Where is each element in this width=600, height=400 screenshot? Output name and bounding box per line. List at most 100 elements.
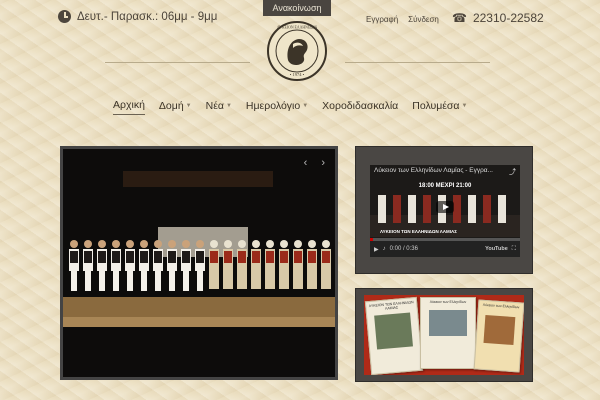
flyer-1-title: ΛΥΚΕΙΟΝ ΤΩΝ ΕΛΛΗΝΙΔΩΝ ΛΑΜΙΑΣ — [368, 300, 414, 311]
phone-number: ☎ 22310-22582 — [452, 11, 544, 25]
phone-icon: ☎ — [452, 11, 467, 25]
dancer-head — [112, 240, 120, 248]
dancer-legs — [85, 271, 91, 291]
phone-text: 22310-22582 — [472, 11, 544, 25]
opening-hours: Δευτ.- Παρασκ.: 06μμ - 9μμ — [58, 10, 217, 23]
dancer-vest — [84, 251, 92, 263]
slider-next-button[interactable]: › — [321, 157, 325, 169]
brochure-widget[interactable]: ΛΥΚΕΙΟΝ ΤΩΝ ΕΛΛΗΝΙΔΩΝ ΛΑΜΙΑΣ Λύκειον των… — [355, 288, 533, 382]
dancer-legs — [155, 271, 161, 291]
dancer-legs — [169, 271, 175, 291]
dancer-head — [70, 240, 78, 248]
dancer-vest — [294, 251, 302, 263]
image-slider[interactable]: ‹ › — [60, 146, 338, 380]
dancer-head — [294, 240, 302, 248]
main-nav: Αρχική Δομή ▼ Νέα ▼ Ημερολόγιο ▼ Χοροδιδ… — [113, 99, 467, 115]
dancer-head — [98, 240, 106, 248]
announcement-tab[interactable]: Ανακοίνωση — [263, 0, 331, 16]
play-button[interactable]: ▶ — [374, 246, 379, 253]
dancer-vest — [112, 251, 120, 263]
video-dancer — [483, 195, 491, 223]
nav-item-dance-teaching[interactable]: Χοροδιδασκαλία — [322, 99, 398, 115]
header-divider-left — [105, 62, 250, 63]
nav-item-multimedia[interactable]: Πολυμέσα ▼ — [412, 99, 467, 115]
flyer-2: Λύκειον των Ελληνίδων — [420, 297, 476, 369]
dancer-head — [224, 240, 232, 248]
dancer-vest — [98, 251, 106, 263]
dancer-head — [280, 240, 288, 248]
auth-links: Εγγραφή Σύνδεση — [366, 15, 439, 24]
video-dancer — [408, 195, 416, 223]
video-widget: Λύκειον των Ελληνίδων Λαμίας - Εγγρα... … — [355, 146, 533, 274]
slider-arrows: ‹ › — [304, 157, 325, 169]
chevron-down-icon: ▼ — [225, 102, 232, 109]
dancer-legs — [183, 271, 189, 291]
flyer-2-title: Λύκειον των Ελληνίδων — [429, 300, 467, 304]
nav-label: Χοροδιδασκαλία — [322, 99, 399, 112]
dancer-vest — [140, 251, 148, 263]
dancer-vest — [238, 251, 246, 263]
nav-item-home[interactable]: Αρχική — [113, 99, 145, 115]
brochure-image: ΛΥΚΕΙΟΝ ΤΩΝ ΕΛΛΗΝΙΔΩΝ ΛΑΜΙΑΣ Λύκειον των… — [364, 295, 524, 375]
dancer-vest — [266, 251, 274, 263]
header-divider-right — [345, 62, 490, 63]
youtube-logo[interactable]: YouTube — [485, 246, 508, 252]
dancer-legs — [127, 271, 133, 291]
video-caption-time: 18:00 ΜΕΧΡΙ 21:00 — [418, 183, 472, 189]
register-link[interactable]: Εγγραφή — [366, 15, 398, 24]
dancer-vest — [196, 251, 204, 263]
play-icon[interactable] — [436, 201, 454, 213]
video-player[interactable]: Λύκειον των Ελληνίδων Λαμίας - Εγγρα... … — [370, 165, 520, 257]
dancer-vest — [126, 251, 134, 263]
video-dancer — [378, 195, 386, 223]
video-dancer — [498, 195, 506, 223]
video-dancer — [468, 195, 476, 223]
dancer-head — [168, 240, 176, 248]
nav-item-structure[interactable]: Δομή ▼ — [159, 99, 192, 115]
dancer-head — [252, 240, 260, 248]
dancer-head — [308, 240, 316, 248]
share-icon[interactable]: ⤴ — [509, 167, 516, 177]
chevron-down-icon: ▼ — [185, 102, 192, 109]
nav-label: Νέα — [205, 99, 224, 112]
nav-label: Δομή — [158, 99, 184, 112]
volume-icon[interactable]: ♪ — [383, 246, 386, 252]
dancer-head — [196, 240, 204, 248]
video-dancer — [393, 195, 401, 223]
nav-label: Πολυμέσα — [412, 99, 460, 112]
dancer-vest — [210, 251, 218, 263]
fullscreen-icon[interactable]: ⛶ — [512, 246, 516, 253]
slider-prev-button[interactable]: ‹ — [304, 157, 308, 169]
clock-icon — [58, 10, 71, 23]
svg-text:ΛΥΚΕΙΟΝ ΕΛΛΗΝΙΔΩΝ: ΛΥΚΕΙΟΝ ΕΛΛΗΝΙΔΩΝ — [277, 26, 318, 30]
video-dancer — [453, 195, 461, 223]
dancer-head — [210, 240, 218, 248]
dancer-vest — [322, 251, 330, 263]
video-subcaption: ΛΥΚΕΙΟΝ ΤΩΝ ΕΛΛΗΝΙΔΩΝ ΛΑΜΙΑΣ — [380, 229, 458, 234]
chevron-down-icon: ▼ — [302, 102, 309, 109]
svg-text:• 1974 •: • 1974 • — [290, 72, 305, 77]
dancer-head — [182, 240, 190, 248]
nav-label: Ημερολόγιο — [245, 99, 301, 112]
dancer-legs — [197, 271, 203, 291]
dancer-head — [154, 240, 162, 248]
site-logo[interactable]: • 1974 • ΛΥΚΕΙΟΝ ΕΛΛΗΝΙΔΩΝ — [266, 20, 328, 82]
dancer-vest — [154, 251, 162, 263]
flyer-3-title: Λύκειον των Ελληνίδων — [482, 302, 520, 310]
dancer-vest — [182, 251, 190, 263]
dancer-head — [266, 240, 274, 248]
nav-label: Αρχική — [113, 99, 145, 111]
video-dancer — [423, 195, 431, 223]
dancer-legs — [113, 271, 119, 291]
video-controls: ▶ ♪ 0:00 / 0:36 YouTube ⛶ — [370, 241, 520, 257]
dancer-head — [126, 240, 134, 248]
nav-item-news[interactable]: Νέα ▼ — [206, 99, 232, 115]
dancer-head — [238, 240, 246, 248]
nav-item-calendar[interactable]: Ημερολόγιο ▼ — [246, 99, 308, 115]
flyer-1: ΛΥΚΕΙΟΝ ΤΩΝ ΕΛΛΗΝΙΔΩΝ ΛΑΜΙΑΣ — [364, 296, 424, 375]
dancer-head — [140, 240, 148, 248]
dancer-head — [322, 240, 330, 248]
video-time: 0:00 / 0:36 — [389, 246, 418, 252]
login-link[interactable]: Σύνδεση — [408, 15, 439, 24]
dancer-legs — [141, 271, 147, 291]
